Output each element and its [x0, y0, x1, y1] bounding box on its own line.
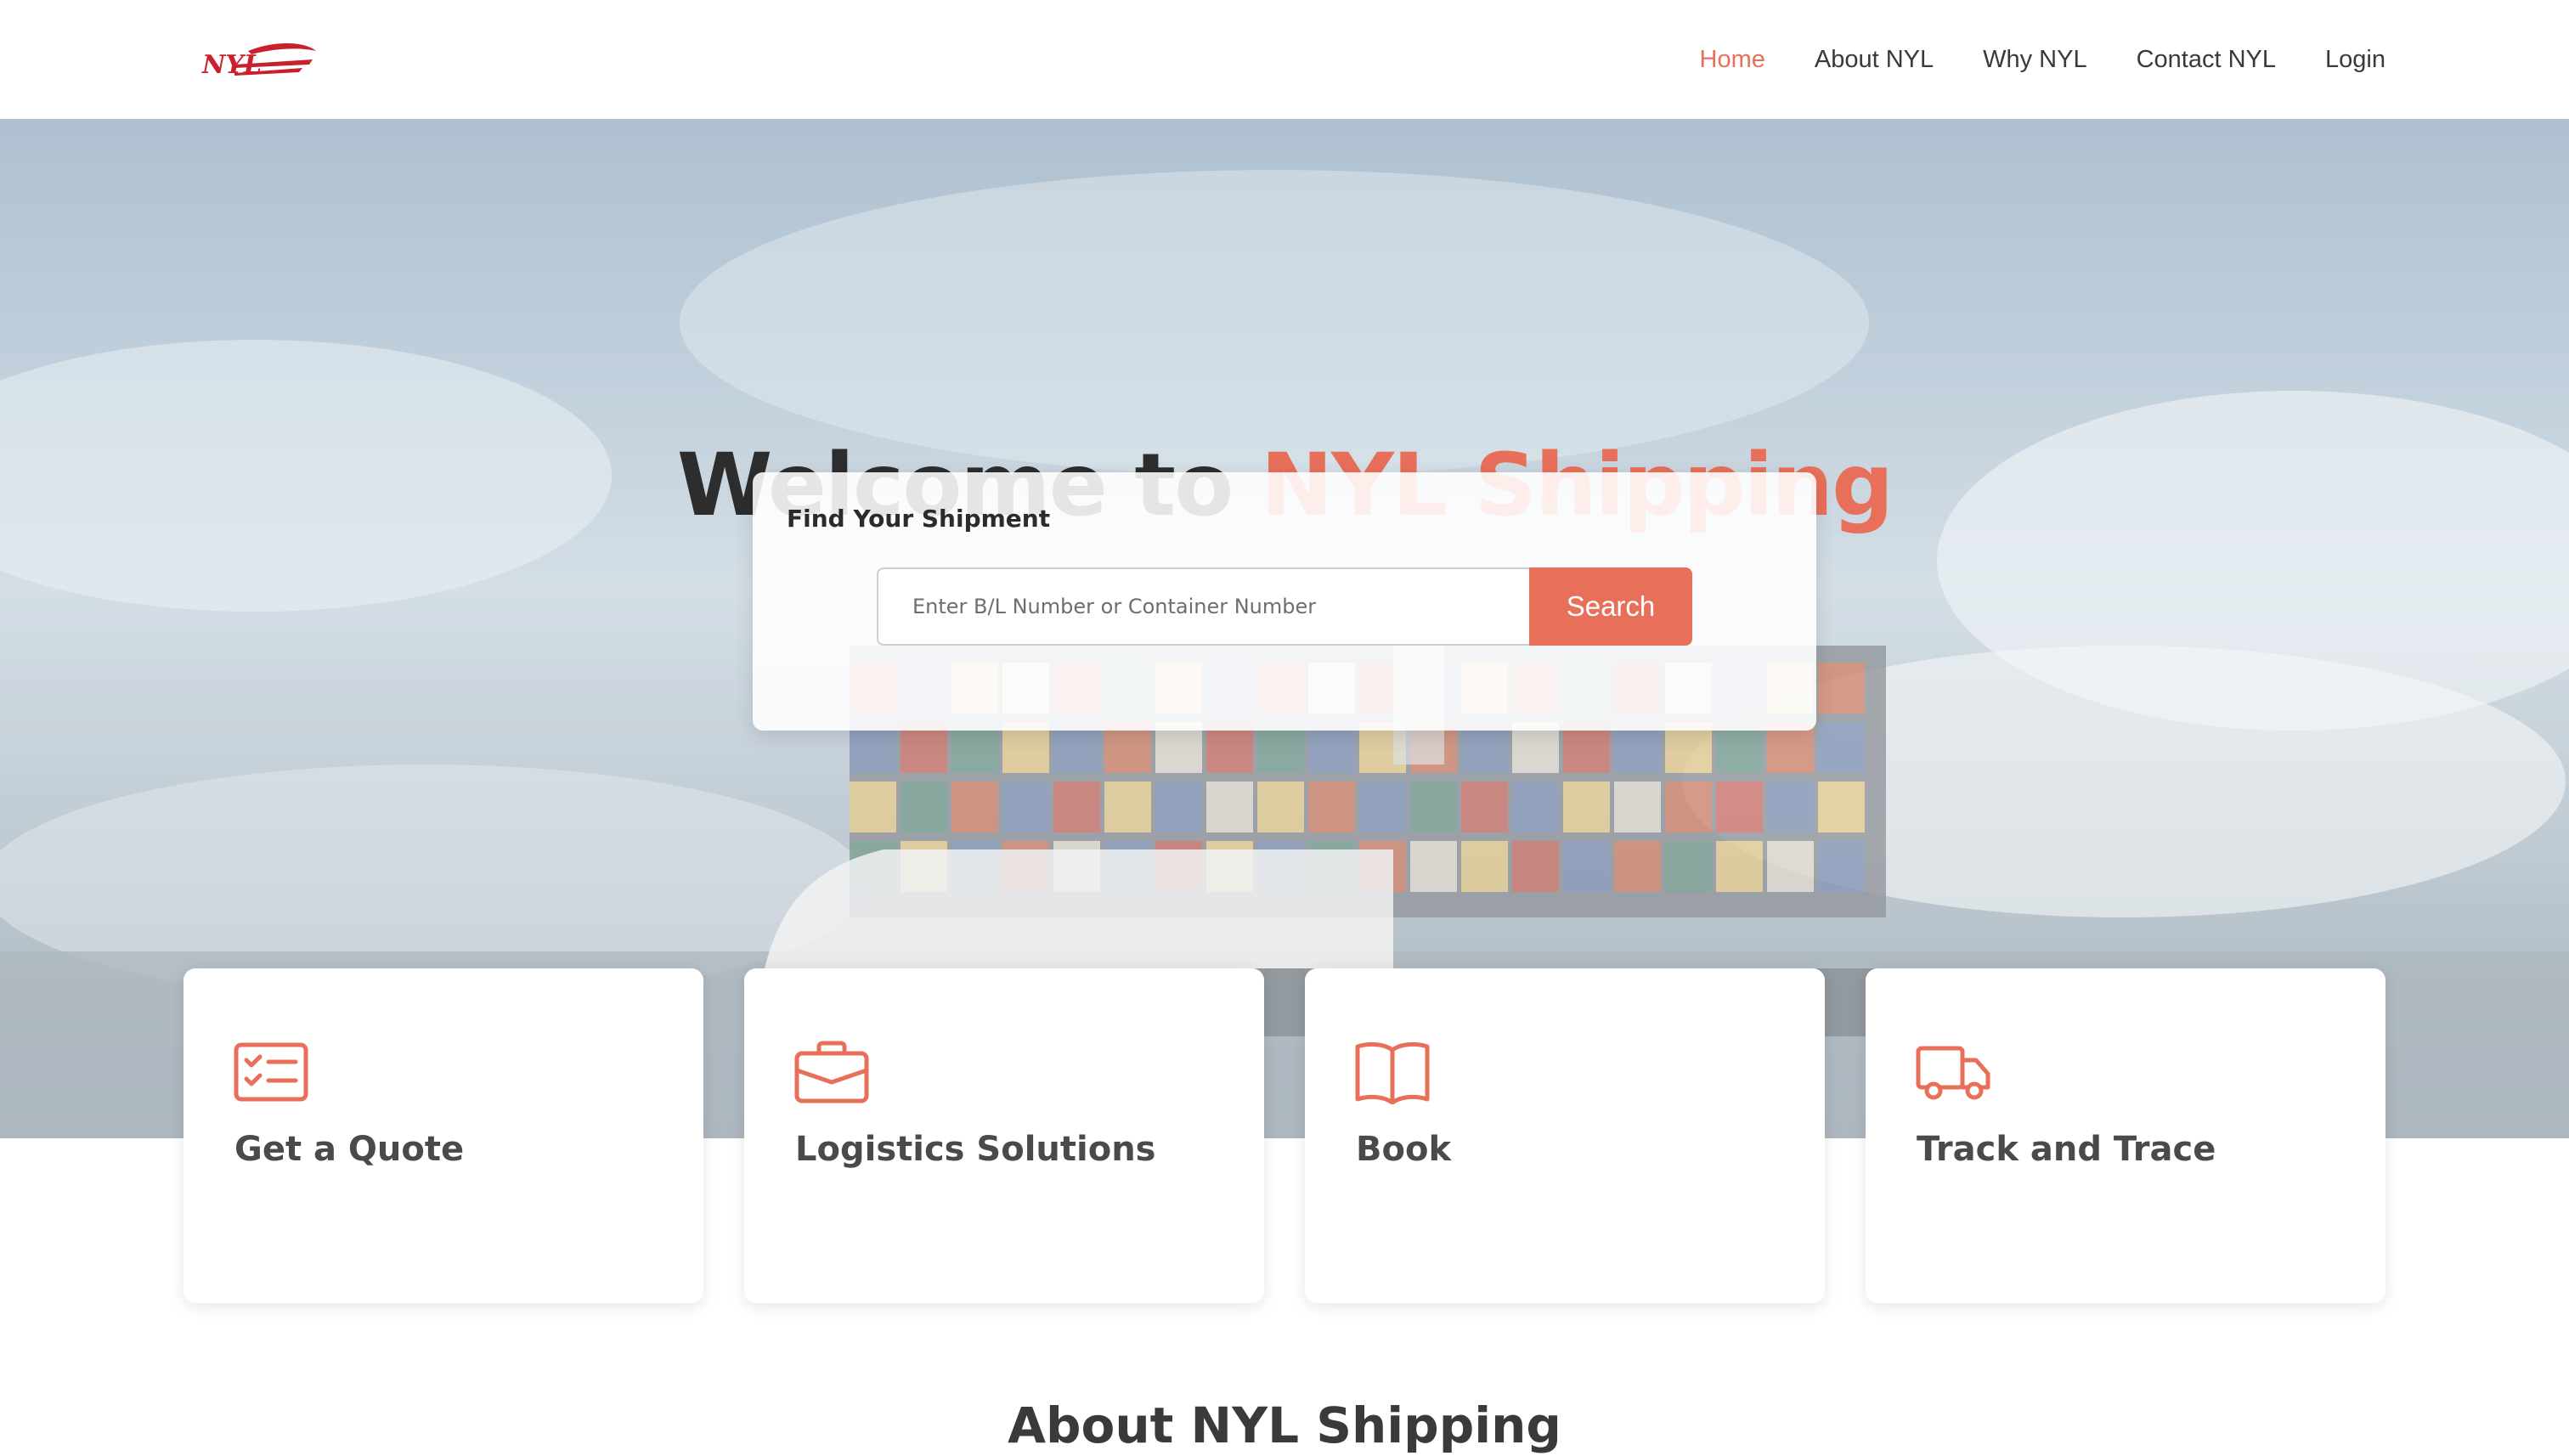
card-logistics-solutions[interactable]: Logistics Solutions — [744, 968, 1264, 1303]
nav-why[interactable]: Why NYL — [1983, 46, 2086, 74]
service-cards: Get a Quote Logistics Solutions Book Tra… — [184, 968, 2386, 1303]
briefcase-icon — [794, 1041, 869, 1103]
card-book[interactable]: Book — [1305, 968, 1825, 1303]
main-nav: Home About NYL Why NYL Contact NYL Login — [1700, 0, 2386, 119]
shipment-search-input[interactable] — [877, 567, 1531, 646]
nav-contact[interactable]: Contact NYL — [2137, 46, 2276, 74]
site-header: NYL Home About NYL Why NYL Contact NYL L… — [0, 0, 2569, 119]
nyl-logo[interactable]: NYL — [200, 36, 318, 83]
shipment-search-card: Find Your Shipment Search — [753, 472, 1816, 731]
checklist-icon — [234, 1042, 308, 1102]
card-get-a-quote[interactable]: Get a Quote — [184, 968, 703, 1303]
truck-icon — [1916, 1046, 1990, 1100]
card-title: Get a Quote — [234, 1130, 465, 1169]
svg-text:NYL: NYL — [201, 50, 262, 80]
card-track-and-trace[interactable]: Track and Trace — [1866, 968, 2386, 1303]
nav-home[interactable]: Home — [1700, 46, 1765, 74]
about-section-title: About NYL Shipping — [1008, 1397, 1561, 1454]
nav-login[interactable]: Login — [2325, 46, 2386, 74]
search-label: Find Your Shipment — [787, 505, 1051, 533]
card-title: Book — [1356, 1130, 1452, 1169]
search-button[interactable]: Search — [1529, 567, 1692, 646]
nav-about[interactable]: About NYL — [1815, 46, 1934, 74]
open-book-icon — [1355, 1041, 1430, 1104]
card-title: Track and Trace — [1917, 1130, 2216, 1169]
card-title: Logistics Solutions — [795, 1130, 1156, 1169]
